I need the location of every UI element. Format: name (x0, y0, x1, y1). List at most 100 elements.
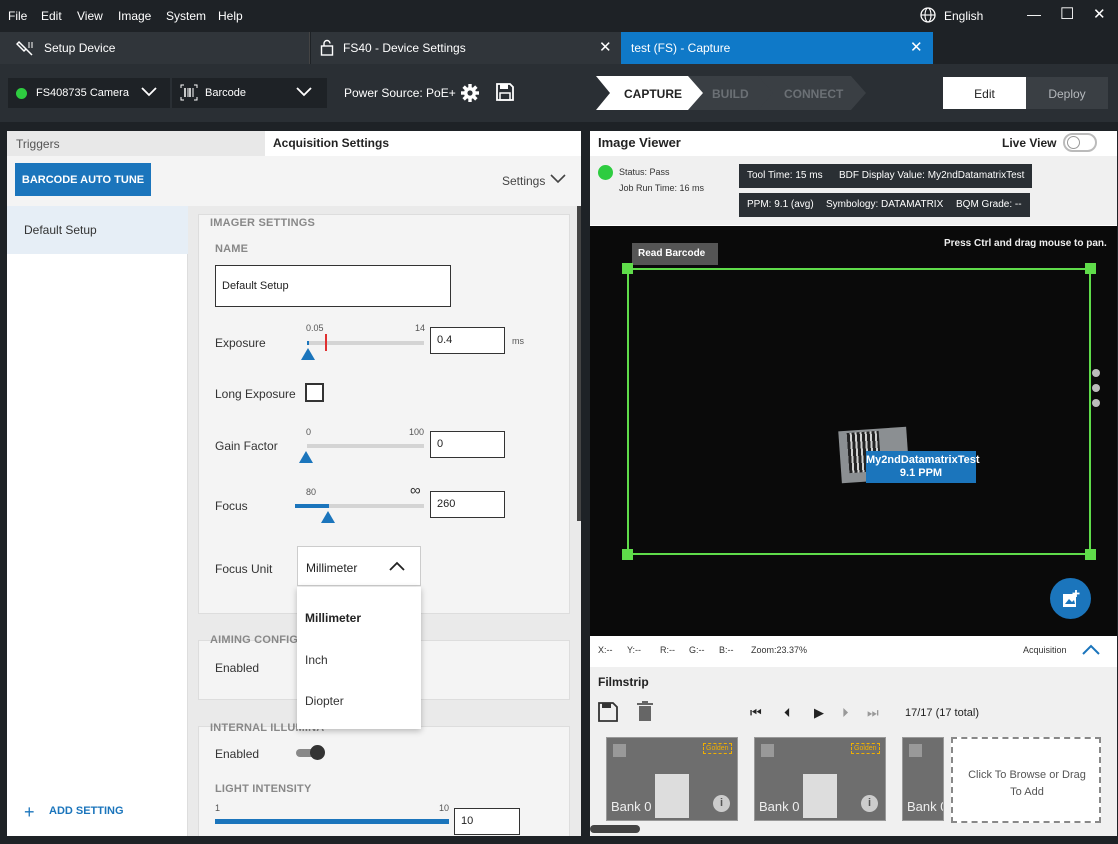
decoded-text: My2ndDatamatrixTest (866, 454, 980, 466)
close-window-button[interactable]: ✕ (1093, 5, 1106, 23)
step-connect[interactable]: CONNECT (784, 87, 843, 101)
drop-zone[interactable]: Click To Browse or Drag To Add (951, 737, 1101, 823)
language-selector[interactable]: English (944, 9, 983, 23)
roi-box[interactable] (627, 268, 1091, 555)
menu-help[interactable]: Help (218, 9, 243, 23)
gain-slider-thumb[interactable] (299, 451, 313, 463)
acquisition-link[interactable]: Acquisition (1023, 645, 1067, 655)
live-view-label: Live View (1002, 136, 1057, 150)
info-icon[interactable]: i (713, 795, 730, 812)
card-checkbox[interactable] (613, 744, 626, 757)
scrollbar[interactable] (577, 206, 581, 521)
gain-slider[interactable] (307, 444, 424, 448)
exposure-input[interactable]: 0.4 (430, 327, 505, 354)
add-image-button[interactable] (1050, 578, 1091, 619)
chevron-down-icon[interactable] (550, 174, 566, 184)
intensity-slider[interactable] (215, 819, 449, 824)
roi-handle[interactable] (622, 549, 633, 560)
symbology-badge: Symbology: DATAMATRIX (818, 193, 952, 217)
bqm-grade-badge: BQM Grade: -- (948, 193, 1030, 217)
side-menu-icon[interactable] (1092, 384, 1100, 392)
tab-triggers[interactable]: Triggers (7, 131, 265, 156)
filmstrip-card[interactable]: Golden Bank 0 i (754, 737, 886, 821)
focus-slider-thumb[interactable] (321, 511, 335, 523)
exposure-fill (307, 341, 309, 345)
light-intensity-label: LIGHT INTENSITY (215, 783, 312, 795)
tab-acquisition-settings[interactable]: Acquisition Settings (265, 131, 581, 156)
golden-badge: Golden (851, 743, 880, 754)
intensity-input[interactable]: 10 (454, 808, 520, 835)
play-icon[interactable]: ▶ (814, 705, 824, 721)
focus-fill (295, 504, 329, 508)
next-frame-icon[interactable]: ⏵ (842, 705, 849, 721)
save-icon[interactable] (495, 82, 515, 102)
camera-dropdown[interactable]: FS408735 Camera (8, 78, 170, 108)
close-tab-icon[interactable]: ✕ (910, 38, 923, 56)
menu-file[interactable]: File (8, 9, 27, 23)
menu-image[interactable]: Image (118, 9, 151, 23)
roi-handle[interactable] (622, 263, 633, 274)
g-readout: G:-- (689, 645, 705, 655)
gain-min: 0 (306, 427, 312, 437)
tab-setup-device[interactable]: Setup Device (0, 32, 310, 64)
roi-handle[interactable] (1085, 549, 1096, 560)
live-view-toggle[interactable] (1063, 133, 1097, 152)
gain-input[interactable]: 0 (430, 431, 505, 458)
status-text: Status: Pass (619, 167, 670, 177)
gear-icon[interactable] (460, 83, 480, 103)
add-image-icon (1063, 590, 1080, 607)
minimize-button[interactable]: — (1027, 6, 1041, 22)
close-tab-icon[interactable]: ✕ (599, 38, 612, 56)
barcode-auto-tune-button[interactable]: BARCODE AUTO TUNE (15, 163, 151, 196)
step-capture[interactable]: CAPTURE (624, 87, 682, 101)
exposure-slider-thumb[interactable] (301, 348, 315, 360)
previous-frame-icon[interactable]: ⏴ (784, 705, 791, 721)
maximize-button[interactable]: ☐ (1060, 4, 1074, 24)
roi-handle[interactable] (1085, 263, 1096, 274)
last-frame-icon[interactable]: ⏭ (867, 705, 879, 721)
mode-dropdown[interactable]: Barcode (172, 78, 327, 108)
power-source-label: Power Source: PoE+ (344, 86, 456, 100)
image-viewer-title: Image Viewer (598, 135, 681, 150)
filmstrip-card[interactable]: Golden Bank 0 i (606, 737, 738, 821)
option-inch[interactable]: Inch (305, 653, 328, 667)
image-canvas[interactable]: Press Ctrl and drag mouse to pan. Read B… (590, 226, 1117, 636)
menu-view[interactable]: View (77, 9, 103, 23)
mode-label: Barcode (205, 87, 246, 99)
illumination-toggle-knob[interactable] (310, 745, 325, 760)
deploy-mode-button[interactable]: Deploy (1026, 77, 1108, 109)
side-menu-icon[interactable] (1092, 369, 1100, 377)
info-icon[interactable]: i (861, 795, 878, 812)
filmstrip-scrollbar[interactable] (590, 825, 640, 833)
add-icon[interactable]: + (24, 802, 35, 823)
chevron-down-icon (296, 87, 312, 97)
step-build[interactable]: BUILD (712, 87, 749, 101)
setup-name-input[interactable]: Default Setup (215, 265, 451, 307)
decoded-result-label: My2ndDatamatrixTest 9.1 PPM (866, 451, 980, 483)
menu-system[interactable]: System (166, 9, 206, 23)
side-menu-icon[interactable] (1092, 399, 1100, 407)
settings-area: IMAGER SETTINGS NAME Default Setup Expos… (188, 206, 581, 836)
menu-edit[interactable]: Edit (41, 9, 62, 23)
image-viewer-panel: Image Viewer Live View Status: Pass Job … (590, 131, 1117, 836)
tab-capture[interactable]: test (FS) - Capture ✕ (621, 32, 933, 64)
edit-mode-button[interactable]: Edit (943, 77, 1026, 109)
zoom-readout: Zoom:23.37% (751, 645, 808, 655)
list-item[interactable]: Default Setup (7, 206, 188, 254)
trash-icon[interactable] (637, 701, 653, 722)
option-millimeter[interactable]: Millimeter (305, 611, 361, 625)
tab-device-settings[interactable]: FS40 - Device Settings ✕ (311, 32, 621, 64)
card-checkbox[interactable] (761, 744, 774, 757)
settings-dropdown[interactable]: Settings (502, 174, 545, 188)
option-diopter[interactable]: Diopter (305, 694, 344, 708)
long-exposure-checkbox[interactable] (305, 383, 324, 402)
filmstrip-card[interactable]: Bank 0 (902, 737, 944, 821)
save-icon[interactable] (598, 702, 618, 722)
add-setting-button[interactable]: ADD SETTING (49, 805, 124, 817)
focus-input[interactable]: 260 (430, 491, 505, 518)
card-checkbox[interactable] (909, 744, 922, 757)
globe-icon[interactable] (920, 7, 936, 23)
focus-unit-select[interactable]: Millimeter (297, 546, 421, 586)
chevron-up-icon[interactable] (1082, 644, 1100, 655)
first-frame-icon[interactable]: ⏮ (750, 705, 762, 721)
